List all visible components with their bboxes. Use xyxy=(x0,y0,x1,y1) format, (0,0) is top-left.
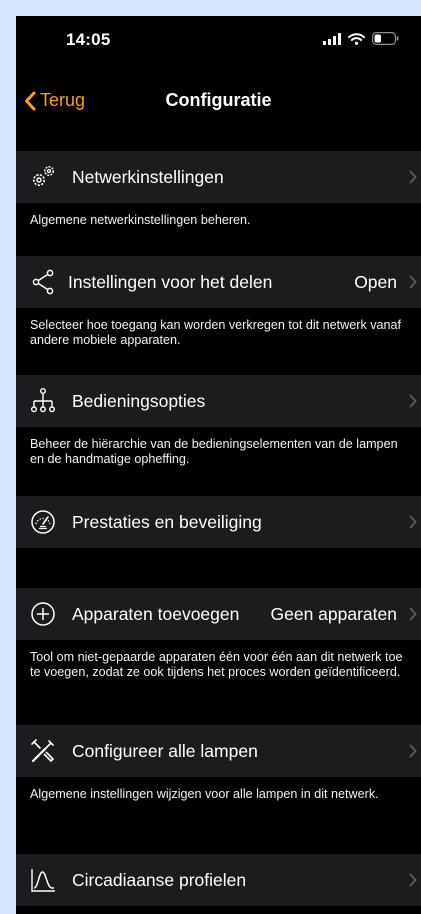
chevron-right-icon xyxy=(409,515,417,529)
row-netwerkinstellingen[interactable]: Netwerkinstellingen xyxy=(16,151,421,203)
battery-icon xyxy=(372,32,399,45)
status-bar: 14:05 xyxy=(16,16,421,68)
share-icon xyxy=(28,267,58,297)
speedometer-icon xyxy=(28,507,58,537)
row-bedieningsopties[interactable]: Bedieningsopties xyxy=(16,375,421,427)
row-prestaties-beveiliging[interactable]: Prestaties en beveiliging xyxy=(16,496,421,548)
row-description: Beheer de hiërarchie van de bedieningsel… xyxy=(30,437,398,466)
chevron-right-icon xyxy=(409,607,417,621)
page-title: Configuratie xyxy=(165,90,272,110)
chevron-right-icon xyxy=(409,170,417,184)
row-label: Circadiaanse profielen xyxy=(72,869,247,890)
row-description: Tool om niet-gepaarde apparaten één voor… xyxy=(30,650,403,679)
gears-icon xyxy=(28,162,58,192)
row-configureer-lampen[interactable]: Configureer alle lampen xyxy=(16,725,421,777)
row-label: Bedieningsopties xyxy=(72,390,206,411)
row-label: Apparaten toevoegen xyxy=(72,603,240,624)
status-time: 14:05 xyxy=(66,30,111,49)
row-label: Configureer alle lampen xyxy=(72,740,258,761)
hierarchy-icon xyxy=(28,386,58,416)
chevron-right-icon xyxy=(409,394,417,408)
chevron-right-icon xyxy=(409,275,417,289)
row-description: Algemene instellingen wijzigen voor alle… xyxy=(30,787,379,801)
row-label: Netwerkinstellingen xyxy=(72,166,224,187)
row-value: Open xyxy=(354,271,397,292)
curve-icon xyxy=(28,865,58,895)
row-circadiaanse-profielen[interactable]: Circadiaanse profielen xyxy=(16,854,421,906)
row-description: Algemene netwerkinstellingen beheren. xyxy=(30,213,251,227)
chevron-right-icon xyxy=(409,873,417,887)
plus-circle-icon xyxy=(28,599,58,629)
row-label: Prestaties en beveiliging xyxy=(72,511,262,532)
row-description: Selecteer hoe toegang kan worden verkreg… xyxy=(30,318,402,347)
wifi-icon xyxy=(348,32,365,45)
signal-icon xyxy=(323,32,341,45)
phone-screen: 14:05 Terug Configuratie Netwerkinstelli… xyxy=(16,16,421,914)
navigation-bar: Terug Configuratie xyxy=(16,80,421,124)
row-instellingen-delen[interactable]: Instellingen voor het delen Open xyxy=(16,256,421,308)
system-icons xyxy=(323,32,399,45)
row-apparaten-toevoegen[interactable]: Apparaten toevoegen Geen apparaten xyxy=(16,588,421,640)
row-value: Geen apparaten xyxy=(270,603,398,624)
row-label: Instellingen voor het delen xyxy=(68,271,273,292)
tools-icon xyxy=(28,736,58,766)
chevron-right-icon xyxy=(409,744,417,758)
